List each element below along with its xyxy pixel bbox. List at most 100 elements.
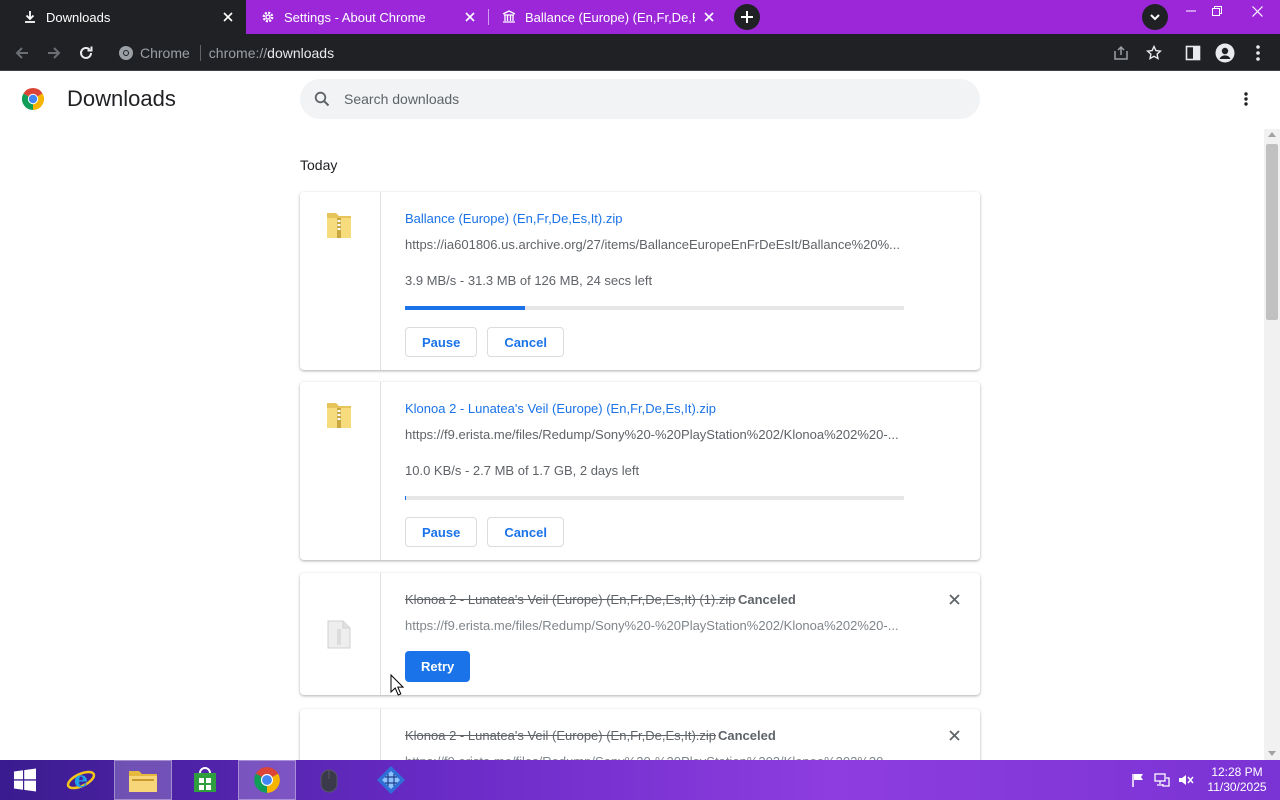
zip-folder-icon [327,403,351,428]
toolbar: Chrome chrome://downloads [0,34,1280,71]
tab-ballance[interactable]: Ballance (Europe) (En,Fr,De,Es,It) - ... [489,0,727,34]
download-status: 10.0 KB/s - 2.7 MB of 1.7 GB, 2 days lef… [405,463,640,478]
store-button[interactable] [176,760,234,800]
source-url[interactable]: https://ia601806.us.archive.org/27/items… [405,237,905,252]
progress-fill [405,306,525,310]
arrow-right-icon [48,47,61,59]
close-icon [1251,5,1263,17]
file-link[interactable]: Ballance (Europe) (En,Fr,De,Es,It).zip [405,211,622,226]
mouse-icon [320,769,338,793]
profile-button[interactable] [1212,40,1238,66]
retry-button[interactable]: Retry [405,651,471,682]
close-icon [948,729,960,741]
chrome-icon [254,767,280,793]
status-badge: Canceled [718,728,776,743]
cancel-button[interactable]: Cancel [487,327,564,357]
clock-time: 12:28 PM [1211,765,1263,779]
system-clock[interactable]: 12:28 PM 11/30/2025 [1200,765,1274,795]
reload-icon [80,46,93,59]
taskbar: e 12:28 PM 11/30/2025 [0,760,1280,800]
windows-logo-icon [14,768,36,792]
progress-bar [405,306,904,310]
side-panel-icon [1185,45,1201,61]
page-menu-button[interactable] [1236,89,1256,109]
network-icon[interactable] [1154,772,1170,788]
action-row: Pause Cancel [405,517,574,547]
site-chip[interactable]: Chrome [110,45,190,61]
bookmark-button[interactable] [1141,40,1167,66]
flag-icon[interactable] [1130,772,1146,788]
reload-button[interactable] [73,40,99,66]
source-url[interactable]: https://f9.erista.me/files/Redump/Sony%2… [405,618,905,633]
clock-date: 11/30/2025 [1207,780,1267,794]
file-name: Klonoa 2 - Lunatea's Veil (Europe) (En,F… [405,728,717,743]
date-heading: Today [300,157,338,173]
restore-button[interactable] [1200,0,1234,22]
pause-button[interactable]: Pause [405,517,478,547]
arrow-left-icon [15,47,28,59]
cancel-button[interactable]: Cancel [487,517,564,547]
mouse-cursor-icon [390,674,404,696]
new-tab-button[interactable] [734,4,760,30]
volume-muted-icon[interactable] [1178,772,1194,788]
search-input[interactable] [344,91,944,107]
status-badge: Canceled [738,592,796,607]
download-icon [22,9,38,25]
tab-title: Downloads [46,9,111,25]
file-name: Klonoa 2 - Lunatea's Veil (Europe) (En,F… [405,592,736,607]
remove-from-list-button[interactable] [946,591,962,607]
pause-button[interactable]: Pause [405,327,478,357]
file-icon-column [300,573,381,695]
star-icon [1146,45,1162,60]
url-path: downloads [267,44,335,61]
chevron-down-icon [1150,14,1160,21]
close-icon[interactable] [701,9,717,25]
scroll-thumb[interactable] [1266,144,1278,320]
search-icon [314,91,330,107]
page-title: Downloads [67,86,176,111]
chrome-menu-button[interactable] [1245,40,1271,66]
close-icon[interactable] [462,9,478,25]
back-button[interactable] [9,40,35,66]
forward-button[interactable] [41,40,67,66]
avatar-icon [1215,43,1235,63]
download-item: Ballance (Europe) (En,Fr,De,Es,It).zip h… [300,192,980,370]
app-icon [377,766,405,794]
tab-search-button[interactable] [1142,4,1168,30]
file-icon-column [300,192,381,370]
share-icon [1114,45,1128,60]
remove-from-list-button[interactable] [946,727,962,743]
more-vert-icon [1244,92,1248,106]
search-bar[interactable] [300,79,980,119]
share-button[interactable] [1108,40,1134,66]
source-url[interactable]: https://f9.erista.me/files/Redump/Sony%2… [405,427,905,442]
archive-icon [501,9,517,25]
scroll-up-arrow[interactable] [1268,132,1276,137]
omnibox-divider [199,44,201,61]
internet-explorer-button[interactable]: e [52,760,110,800]
url-scheme: chrome:// [208,44,268,61]
file-explorer-button[interactable] [114,760,172,800]
scroll-down-arrow[interactable] [1268,751,1276,756]
svg-text:e: e [74,767,88,793]
app-button[interactable] [362,760,420,800]
mouse-app-button[interactable] [300,760,358,800]
side-panel-button[interactable] [1180,40,1206,66]
close-icon[interactable] [220,9,236,25]
site-chip-label: Chrome [140,44,190,61]
action-row: Pause Cancel [405,327,574,357]
download-status: 3.9 MB/s - 31.3 MB of 126 MB, 24 secs le… [405,273,653,288]
tab-downloads[interactable]: Downloads [0,0,246,34]
minimize-icon [1186,10,1196,12]
tab-strip: Downloads Settings - About Chrome Ballan… [0,0,1280,34]
start-button[interactable] [0,760,50,800]
page-scrollbar[interactable] [1264,129,1280,760]
tab-settings[interactable]: Settings - About Chrome [246,0,488,34]
omnibox[interactable]: Chrome chrome://downloads [110,38,1142,67]
file-link[interactable]: Klonoa 2 - Lunatea's Veil (Europe) (En,F… [405,401,716,416]
close-window-button[interactable] [1238,0,1276,22]
progress-fill [405,496,406,500]
plus-icon [741,11,753,23]
file-icon-column [300,382,381,560]
chrome-taskbar-button[interactable] [238,760,296,800]
